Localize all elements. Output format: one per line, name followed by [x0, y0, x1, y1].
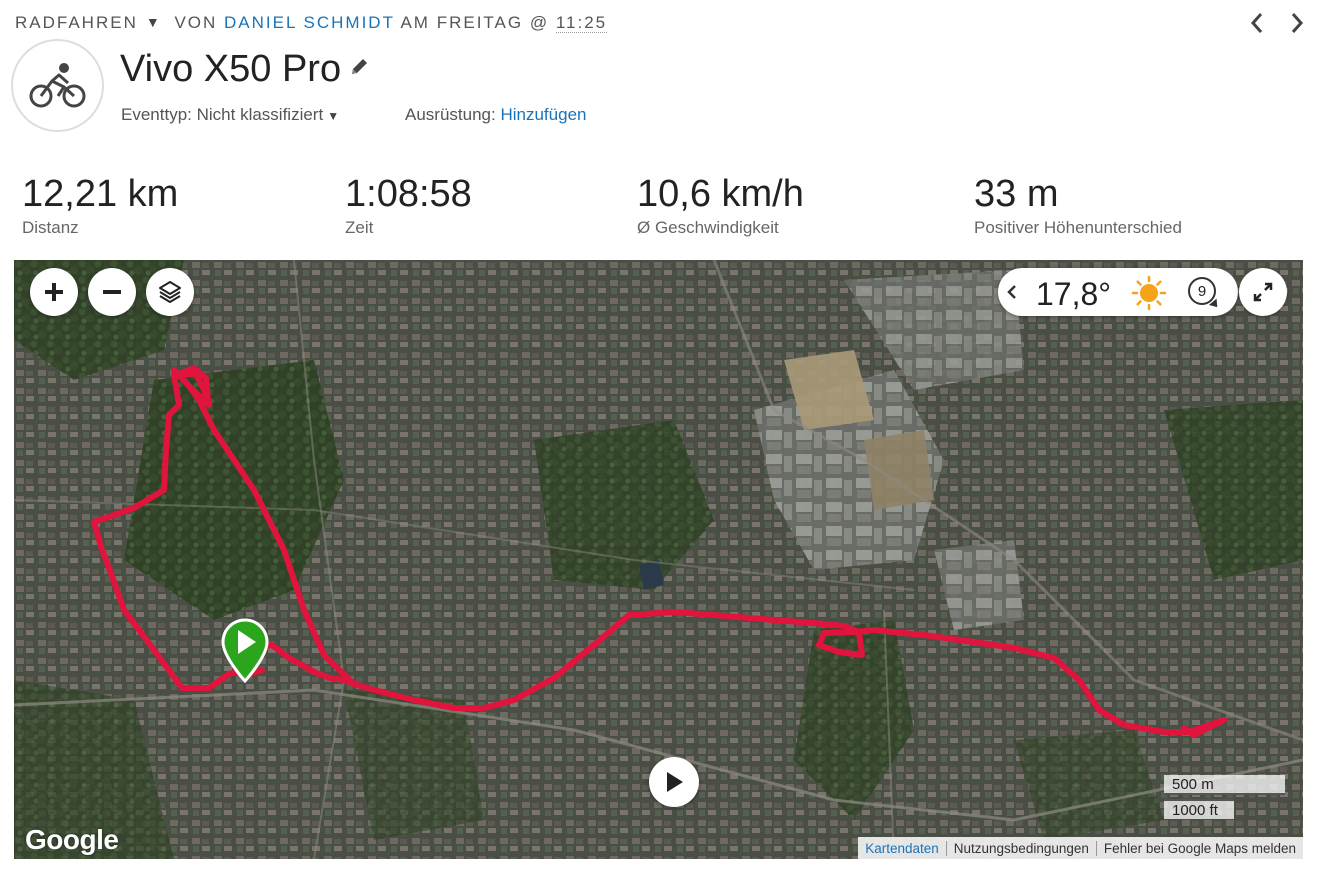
report-error-link[interactable]: Fehler bei Google Maps melden: [1095, 840, 1303, 856]
chevron-left-icon: [1250, 13, 1263, 33]
stat-value: 1:08:58: [345, 173, 472, 215]
start-marker-icon[interactable]: [219, 617, 271, 683]
gear-label: Ausrüstung:: [405, 105, 496, 124]
minus-icon: [103, 290, 121, 294]
scale-metric: 500 m: [1164, 775, 1285, 795]
map-data-link[interactable]: Kartendaten: [858, 841, 946, 856]
previous-activity-button[interactable]: [1246, 10, 1268, 36]
by-prefix: VON: [174, 13, 218, 32]
stat-label: Zeit: [345, 218, 374, 237]
map-attribution: Kartendaten Nutzungsbedingungen Fehler b…: [858, 837, 1303, 859]
map-scale: 500 m 1000 ft: [1164, 775, 1287, 819]
activity-navigation: [1246, 10, 1308, 36]
play-replay-button[interactable]: [649, 757, 699, 807]
activity-map[interactable]: 17,8° 9 Google 500 m 1000 ft Kartendaten…: [14, 260, 1303, 859]
stat-label: Distanz: [22, 218, 79, 237]
add-gear-link[interactable]: Hinzufügen: [500, 105, 586, 124]
edit-title-button[interactable]: [349, 57, 369, 82]
plus-icon: [45, 283, 63, 301]
scale-imperial: 1000 ft: [1164, 799, 1234, 819]
date-prefix: AM FREITAG @: [400, 13, 550, 32]
chevron-right-icon: [1291, 13, 1304, 33]
stat-label: Ø Geschwindigkeit: [637, 218, 779, 237]
stat-elevation-gain: 33 m Positiver Höhenunterschied: [974, 172, 1182, 238]
activity-breadcrumb: RADFAHREN ▼ VON DANIEL SCHMIDT AM FREITAG…: [15, 13, 608, 35]
terms-link[interactable]: Nutzungsbedingungen: [945, 840, 1096, 856]
temperature: 17,8°: [1036, 276, 1112, 312]
next-activity-button[interactable]: [1286, 10, 1308, 36]
event-type-label: Eventtyp:: [121, 105, 192, 124]
stat-label: Positiver Höhenunterschied: [974, 218, 1182, 237]
stat-value: 12,21 km: [22, 173, 179, 215]
author-link[interactable]: DANIEL SCHMIDT: [224, 13, 395, 32]
weather-widget[interactable]: 17,8° 9: [998, 268, 1238, 316]
activity-type-avatar: [11, 39, 104, 132]
pencil-icon: [352, 59, 367, 74]
layers-icon: [159, 281, 181, 303]
activity-type-dropdown-icon[interactable]: ▼: [146, 14, 162, 30]
zoom-in-button[interactable]: [30, 268, 78, 316]
play-icon: [667, 772, 683, 792]
stat-value: 10,6 km/h: [637, 173, 804, 215]
stat-time: 1:08:58 Zeit: [345, 172, 472, 238]
gear: Ausrüstung: Hinzufügen: [405, 105, 586, 125]
expand-icon: [1253, 282, 1273, 302]
activity-title: Vivo X50 Pro: [120, 48, 342, 90]
event-type-dropdown-icon[interactable]: ▼: [327, 109, 339, 123]
activity-time: 11:25: [555, 13, 608, 33]
event-type: Eventtyp: Nicht klassifiziert ▼: [121, 105, 339, 125]
cycling-icon: [29, 62, 85, 107]
event-type-value[interactable]: Nicht klassifiziert: [197, 105, 324, 124]
stat-distance: 12,21 km Distanz: [22, 172, 178, 238]
activity-type[interactable]: RADFAHREN: [15, 13, 138, 32]
chevron-left-icon[interactable]: [1006, 284, 1018, 300]
stat-avg-speed: 10,6 km/h Ø Geschwindigkeit: [637, 172, 804, 238]
fullscreen-button[interactable]: [1239, 268, 1287, 316]
stat-value: 33 m: [974, 173, 1059, 215]
zoom-out-button[interactable]: [88, 268, 136, 316]
sun-icon: [1131, 275, 1167, 311]
map-layers-button[interactable]: [146, 268, 194, 316]
google-logo: Google: [25, 824, 119, 855]
